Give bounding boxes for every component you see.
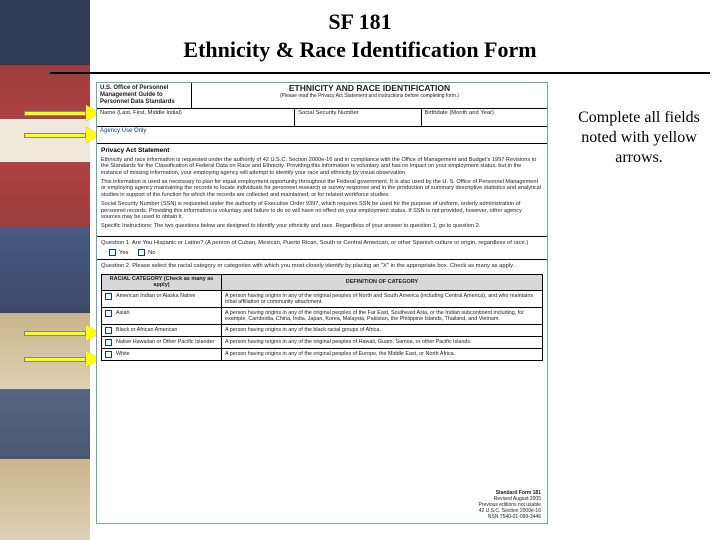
category-table: RACIAL CATEGORY (Check as many as apply)… xyxy=(101,274,543,361)
table-row: AsianA person having origins in any of t… xyxy=(102,307,543,324)
slide-title: SF 181 Ethnicity & Race Identification F… xyxy=(0,8,720,63)
birthdate-field-label: Birthdate (Month and Year) xyxy=(422,109,547,127)
form-footer: Standard Form 181 Revised August 2005 Pr… xyxy=(478,490,541,520)
table-row: WhiteA person having origins in any of t… xyxy=(102,349,543,361)
table-row: American Indian or Alaska NativeA person… xyxy=(102,290,543,307)
name-field-label: Name (Last, First, Middle Initial) xyxy=(97,109,295,127)
sf-181-form-image: U.S. Office of Personnel Management Guid… xyxy=(96,82,548,524)
privacy-section: Privacy Act Statement Ethnicity and race… xyxy=(97,144,547,237)
form-agency: U.S. Office of Personnel Management Guid… xyxy=(97,83,192,108)
instruction-text: Complete all fields noted with yellow ar… xyxy=(564,108,714,168)
checkbox-icon xyxy=(105,327,112,334)
question-2: Question 2. Please select the racial cat… xyxy=(97,260,547,272)
table-row: Black or African AmericanA person having… xyxy=(102,325,543,337)
yellow-arrow-icon xyxy=(24,354,100,364)
title-line-2: Ethnicity & Race Identification Form xyxy=(0,36,720,64)
form-title: ETHNICITY AND RACE IDENTIFICATION (Pleas… xyxy=(192,83,547,108)
id-fields-row: Name (Last, First, Middle Initial) Socia… xyxy=(97,109,547,128)
checkbox-icon xyxy=(138,249,145,256)
checkbox-icon xyxy=(105,293,112,300)
yellow-arrow-icon xyxy=(24,328,100,338)
title-underline xyxy=(50,72,710,74)
checkbox-icon xyxy=(109,249,116,256)
ssn-field-label: Social Security Number xyxy=(295,109,421,127)
checkbox-icon xyxy=(105,339,112,346)
flag-background xyxy=(0,0,90,540)
yellow-arrow-icon xyxy=(24,108,100,118)
agency-use-row: Agency Use Only xyxy=(97,127,547,144)
table-row: Native Hawaiian or Other Pacific Islande… xyxy=(102,337,543,349)
question-1: Question 1. Are You Hispanic or Latino? … xyxy=(97,237,547,260)
yellow-arrow-icon xyxy=(24,130,100,140)
checkbox-icon xyxy=(105,351,112,358)
checkbox-icon xyxy=(105,310,112,317)
title-line-1: SF 181 xyxy=(0,8,720,36)
